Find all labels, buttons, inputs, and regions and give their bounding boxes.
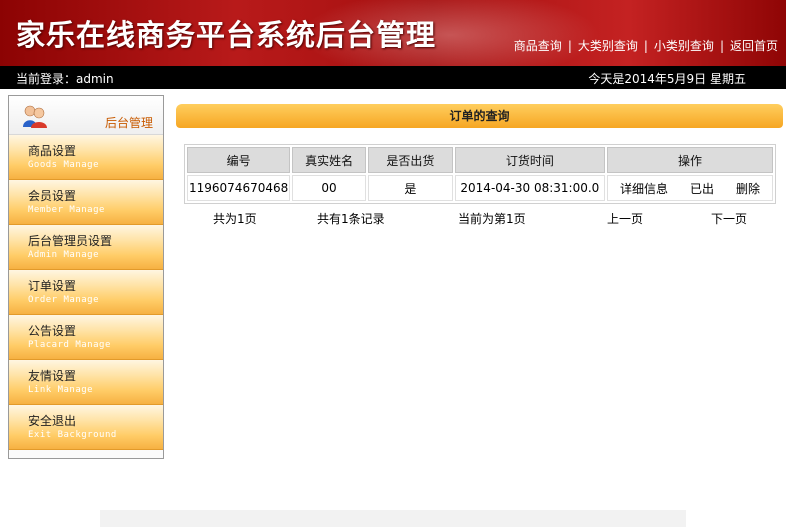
- sidebar: 后台管理 商品设置 Goods Manage 会员设置 Member Manag…: [8, 95, 164, 459]
- nav-home-link[interactable]: 返回首页: [730, 39, 778, 53]
- sidebar-item-placard[interactable]: 公告设置 Placard Manage: [9, 315, 163, 360]
- sidebar-item-sublabel: Exit Background: [28, 430, 117, 440]
- sidebar-item-label: 后台管理员设置: [28, 234, 113, 248]
- cell-order-id: 1196074670468: [187, 175, 291, 201]
- sidebar-item-sublabel: Order Manage: [28, 295, 100, 305]
- sidebar-item-member[interactable]: 会员设置 Member Manage: [9, 180, 163, 225]
- sidebar-item-order[interactable]: 订单设置 Order Manage: [9, 270, 163, 315]
- nav-separator: |: [643, 39, 648, 53]
- column-header-time: 订货时间: [454, 147, 605, 173]
- sidebar-item-sublabel: Admin Manage: [28, 250, 100, 260]
- header-banner: 家乐在线商务平台系统后台管理 商品查询 | 大类别查询 | 小类别查询 | 返回首页: [0, 0, 786, 66]
- sidebar-item-label: 会员设置: [28, 189, 77, 203]
- table-row: 1196074670468 00 是 2014-04-30 08:31:00.0…: [187, 175, 773, 201]
- column-header-actions: 操作: [606, 147, 773, 173]
- sidebar-item-link[interactable]: 友情设置 Link Manage: [9, 360, 163, 405]
- nav-separator: |: [567, 39, 572, 53]
- pager-next-link[interactable]: 下一页: [711, 210, 747, 227]
- sidebar-title: 后台管理: [104, 116, 153, 130]
- sidebar-item-admin[interactable]: 后台管理员设置 Admin Manage: [9, 225, 163, 270]
- sidebar-item-label: 公告设置: [28, 324, 77, 338]
- detail-link[interactable]: 详细信息: [620, 182, 668, 196]
- current-date: 今天是2014年5月9日 星期五: [588, 72, 746, 86]
- sidebar-item-label: 商品设置: [28, 144, 77, 158]
- column-header-id: 编号: [187, 147, 291, 173]
- orders-table: 编号 真实姓名 是否出货 订货时间 操作 1196074670468 00 是 …: [184, 144, 776, 204]
- shipped-link[interactable]: 已出: [690, 182, 714, 196]
- current-login: 当前登录：admin: [16, 72, 114, 86]
- footer-strip: [100, 510, 686, 527]
- pager-total-records: 共有1条记录: [317, 212, 385, 226]
- nav-subcategory-query[interactable]: 小类别查询: [654, 39, 714, 53]
- delete-link[interactable]: 删除: [736, 182, 760, 196]
- sidebar-item-exit[interactable]: 安全退出 Exit Background: [9, 405, 163, 450]
- cell-real-name: 00: [292, 175, 366, 201]
- sidebar-item-sublabel: Link Manage: [28, 385, 94, 395]
- column-header-name: 真实姓名: [292, 147, 366, 173]
- top-nav: 商品查询 | 大类别查询 | 小类别查询 | 返回首页: [514, 37, 778, 54]
- status-bar: 当前登录：admin 今天是2014年5月9日 星期五: [0, 66, 786, 89]
- nav-category-query[interactable]: 大类别查询: [578, 39, 638, 53]
- sidebar-header: 后台管理: [9, 96, 163, 135]
- sidebar-item-label: 订单设置: [28, 279, 77, 293]
- sidebar-item-sublabel: Placard Manage: [28, 340, 111, 350]
- sidebar-item-label: 安全退出: [28, 414, 77, 428]
- pager-current-page: 当前为第1页: [458, 212, 526, 226]
- table-header-row: 编号 真实姓名 是否出货 订货时间 操作: [187, 147, 773, 173]
- sidebar-item-label: 友情设置: [28, 369, 77, 383]
- pager-total-pages: 共为1页: [213, 212, 257, 226]
- nav-goods-query[interactable]: 商品查询: [514, 39, 562, 53]
- users-icon: [23, 105, 47, 128]
- column-header-shipped: 是否出货: [367, 147, 453, 173]
- cell-actions: 详细信息 已出 删除: [606, 175, 773, 201]
- cell-order-time: 2014-04-30 08:31:00.0: [454, 175, 605, 201]
- sidebar-item-goods[interactable]: 商品设置 Goods Manage: [9, 135, 163, 180]
- pager-prev-link[interactable]: 上一页: [607, 210, 643, 227]
- cell-shipped: 是: [367, 175, 453, 201]
- section-title: 订单的查询: [176, 104, 783, 128]
- sidebar-item-sublabel: Goods Manage: [28, 160, 100, 170]
- pagination: 共为1页 共有1条记录 当前为第1页 上一页 下一页: [184, 210, 776, 228]
- site-title: 家乐在线商务平台系统后台管理: [16, 18, 437, 52]
- sidebar-item-sublabel: Member Manage: [28, 205, 105, 215]
- nav-separator: |: [719, 39, 724, 53]
